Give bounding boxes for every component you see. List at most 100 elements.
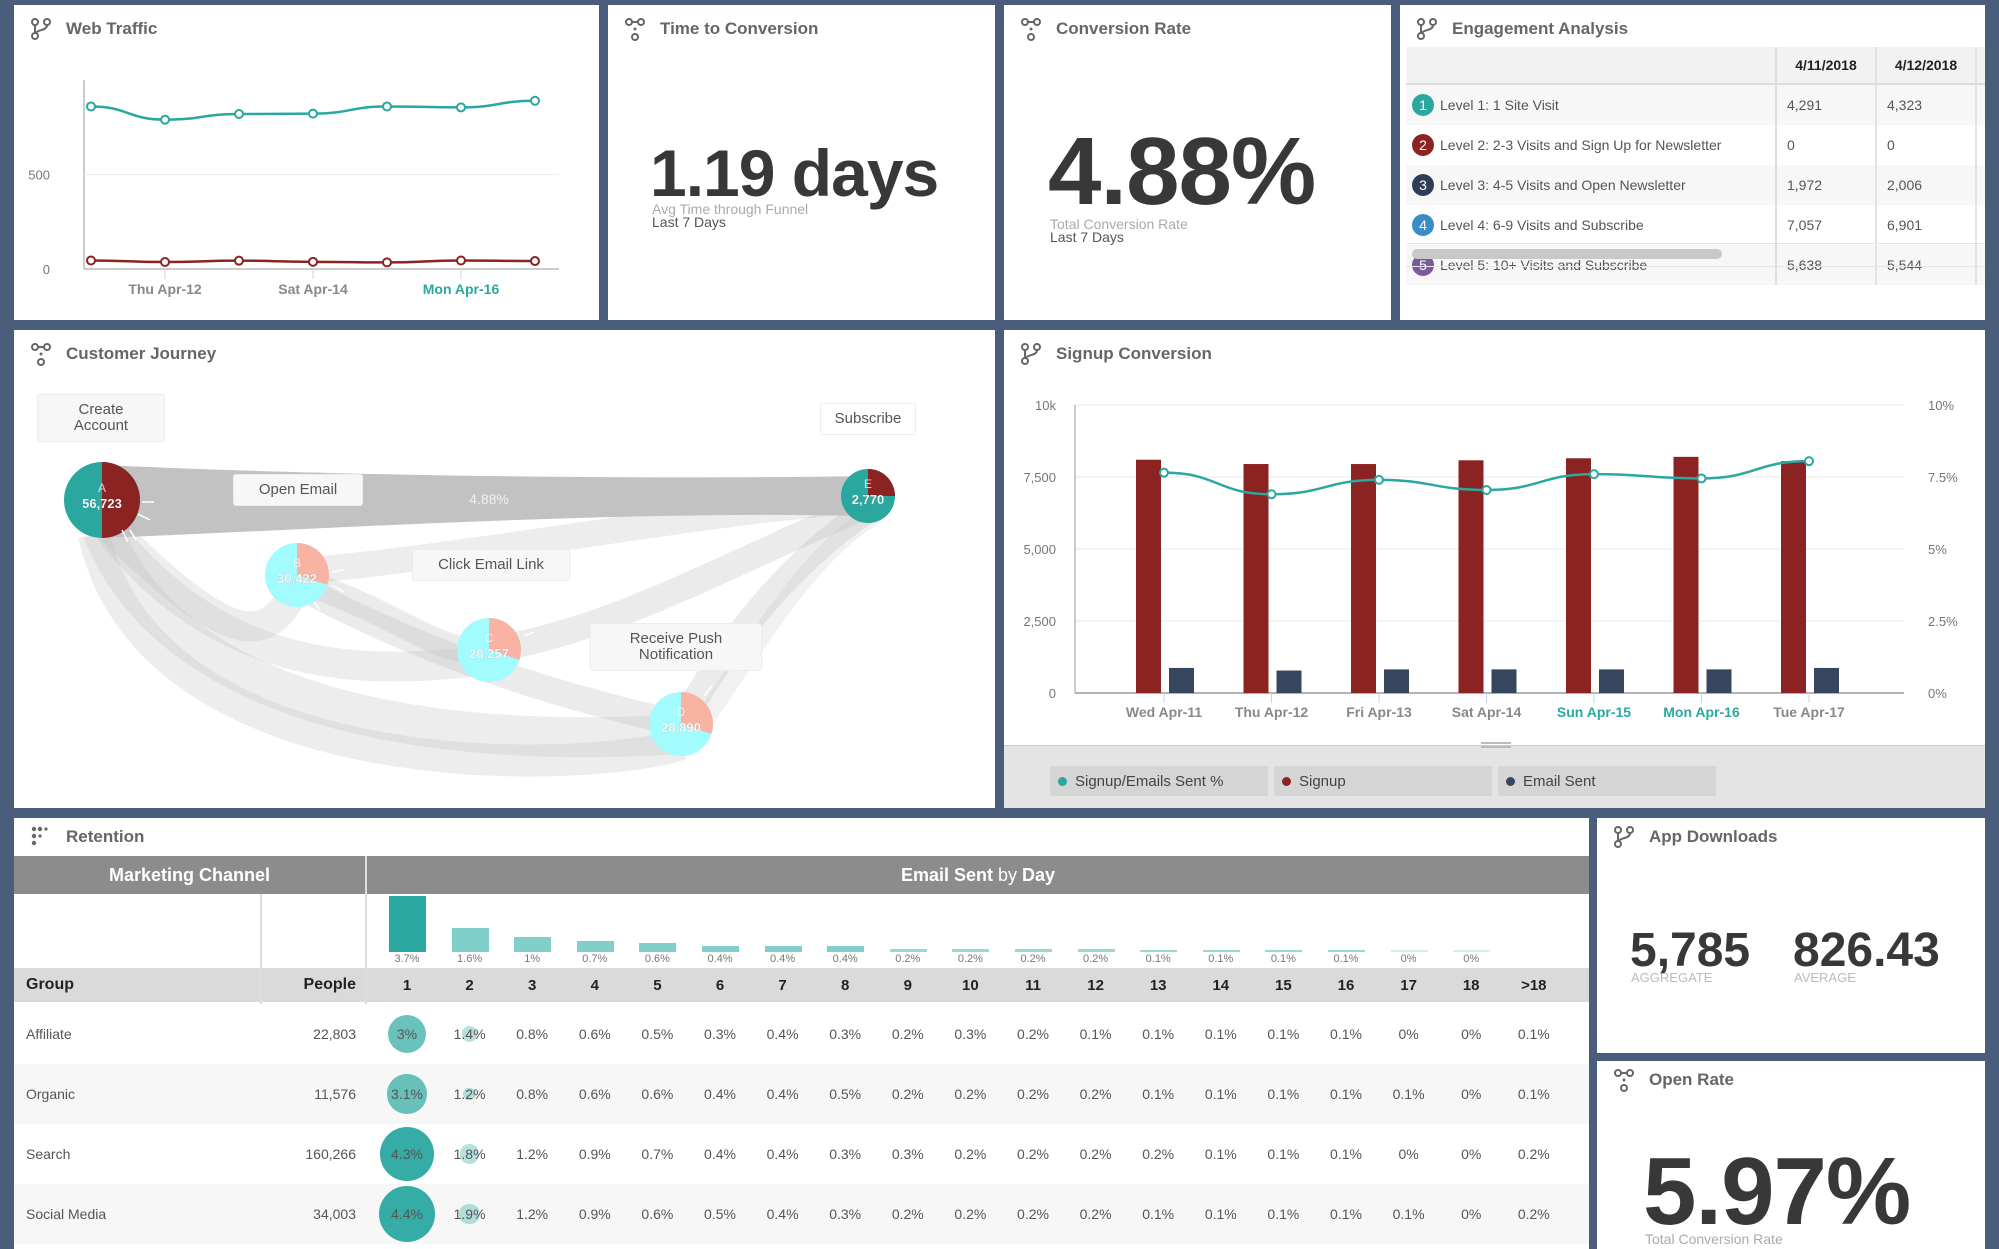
summary-value: 0.1% [1145,953,1171,965]
level-badge: 1 [1412,94,1434,116]
table-row[interactable]: 4 Level 4: 6-9 Visits and Subscribe 7,05… [1406,205,1985,245]
bar-signup [1781,461,1806,693]
retention-cell: 0.9% [578,1146,611,1162]
group-name: Social Media [26,1206,107,1222]
panel-title: Time to Conversion [660,19,819,38]
day-column-header[interactable]: 3 [502,977,562,994]
retention-cell: 0.1% [1142,1086,1175,1102]
legend-item-email-sent[interactable]: Email Sent [1498,766,1716,796]
data-point [160,114,170,125]
day-column-header[interactable]: 17 [1379,977,1439,994]
funnel-nodes-icon [1020,17,1042,41]
people-count: 34,003 [313,1206,356,1222]
step-label-open-email: Open Email [233,474,363,506]
retention-cell: 1.9% [453,1206,486,1222]
node-id-label: A [98,481,106,495]
journey-node-e[interactable]: E2,770 [841,469,895,523]
retention-cell: 4.4% [391,1206,423,1222]
data-point [234,109,244,120]
summary-value: 1% [524,953,541,965]
y-tick-label: 500 [28,168,50,183]
retention-cell: 4.3% [391,1146,423,1162]
bar-signup [1136,459,1161,693]
day-column-header[interactable]: 5 [627,977,687,994]
legend-item-signup[interactable]: Signup [1274,766,1492,796]
retention-cell: 0% [1461,1086,1482,1102]
bar-signup [1458,460,1484,693]
day-column-header[interactable]: 10 [940,977,1000,994]
retention-cell: 0.2% [1517,1146,1550,1162]
day-column-header[interactable]: 13 [1128,977,1188,994]
retention-cell: 0.8% [516,1026,549,1042]
horizontal-scrollbar[interactable] [1412,249,1722,259]
data-point [530,95,540,106]
resize-handle[interactable] [1481,742,1511,748]
retention-cell: 0.9% [578,1206,611,1222]
summary-value: 0.1% [1333,953,1359,965]
day-column-header[interactable]: 15 [1253,977,1313,994]
table-row[interactable]: 2 Level 2: 2-3 Visits and Sign Up for Ne… [1406,125,1985,165]
day-column-header[interactable]: 14 [1191,977,1251,994]
retention-cell: 0.1% [1267,1086,1300,1102]
flow-arrow-icon [523,657,535,663]
data-point [456,255,466,266]
summary-value: 1.6% [457,953,483,965]
legend-item-signup-rate[interactable]: Signup/Emails Sent % [1050,766,1268,796]
day-column-header[interactable]: 8 [815,977,875,994]
signup-conversion-panel: Signup Conversion 0 0% 2,500 2.5% 5,000 5% 7,5… [1004,330,1985,808]
day-column-header[interactable]: 6 [690,977,750,994]
value-cell: 4,323 [1877,85,1977,125]
day-column-header[interactable]: 12 [1066,977,1126,994]
x-tick-label: Thu Apr-12 [1235,704,1309,720]
bar-email-sent [1706,669,1732,693]
retention-cell: 0.1% [1142,1026,1175,1042]
level-label-cell: 1 Level 1: 1 Site Visit [1406,85,1777,125]
retention-cell: 1.2% [516,1206,549,1222]
journey-node-a[interactable]: A56,723 [64,462,140,538]
level-badge: 3 [1412,174,1434,196]
day-column-header[interactable]: 9 [878,977,938,994]
data-point [1374,474,1384,485]
retention-cell: 0.3% [704,1026,736,1042]
data-point [456,102,466,113]
day-column-header[interactable]: >18 [1504,977,1564,994]
retention-cell: 0% [1461,1026,1482,1042]
y-left-tick-label: 5,000 [1023,542,1056,557]
column-header[interactable]: 4/12/2018 [1877,47,1977,83]
data-point [234,255,244,266]
flow-percentage-label: 4.88% [469,491,509,507]
journey-node-d[interactable]: D28,890 [649,692,713,756]
retention-cell: 0.3% [891,1146,924,1162]
retention-cell: 0.2% [891,1206,924,1222]
table-row[interactable]: 1 Level 1: 1 Site Visit 4,291 4,323 [1406,85,1985,125]
value-cell: 7,057 [1777,205,1877,245]
day-column-header[interactable]: 4 [565,977,625,994]
day-column-header[interactable]: 16 [1316,977,1376,994]
day-column-header[interactable]: 18 [1441,977,1501,994]
day-column-header[interactable]: 7 [753,977,813,994]
group-column-header[interactable]: Group [26,976,74,994]
table-row[interactable]: 3 Level 3: 4-5 Visits and Open Newslette… [1406,165,1985,205]
y-left-tick-label: 2,500 [1023,614,1056,629]
level-label: Level 2: 2-3 Visits and Sign Up for News… [1440,137,1722,153]
journey-node-b[interactable]: B30,422 [265,543,330,607]
retention-cell: 0.2% [954,1206,987,1222]
retention-cell: 0% [1398,1146,1419,1162]
day-column-header[interactable]: 1 [377,977,437,994]
people-column-header[interactable]: People [264,976,356,994]
panel-header: Retention [30,825,144,849]
x-tick-label: Sat Apr-14 [1452,704,1522,720]
column-header[interactable]: 4/11/2018 [1777,47,1877,83]
bar-email-sent [1599,669,1624,693]
summary-bar [1140,950,1178,952]
day-column-header[interactable]: 2 [440,977,500,994]
journey-node-c[interactable]: C28,257 [457,618,521,682]
retention-cell: 1.4% [453,1026,486,1042]
value-cell: 1,972 [1777,165,1877,205]
retention-cell: 0.3% [829,1206,862,1222]
day-column-header[interactable]: 11 [1003,977,1063,994]
summary-bar [639,942,677,952]
people-count: 160,266 [305,1146,356,1162]
y-left-tick-label: 7,500 [1023,470,1056,485]
value-cell: 0 [1777,125,1877,165]
